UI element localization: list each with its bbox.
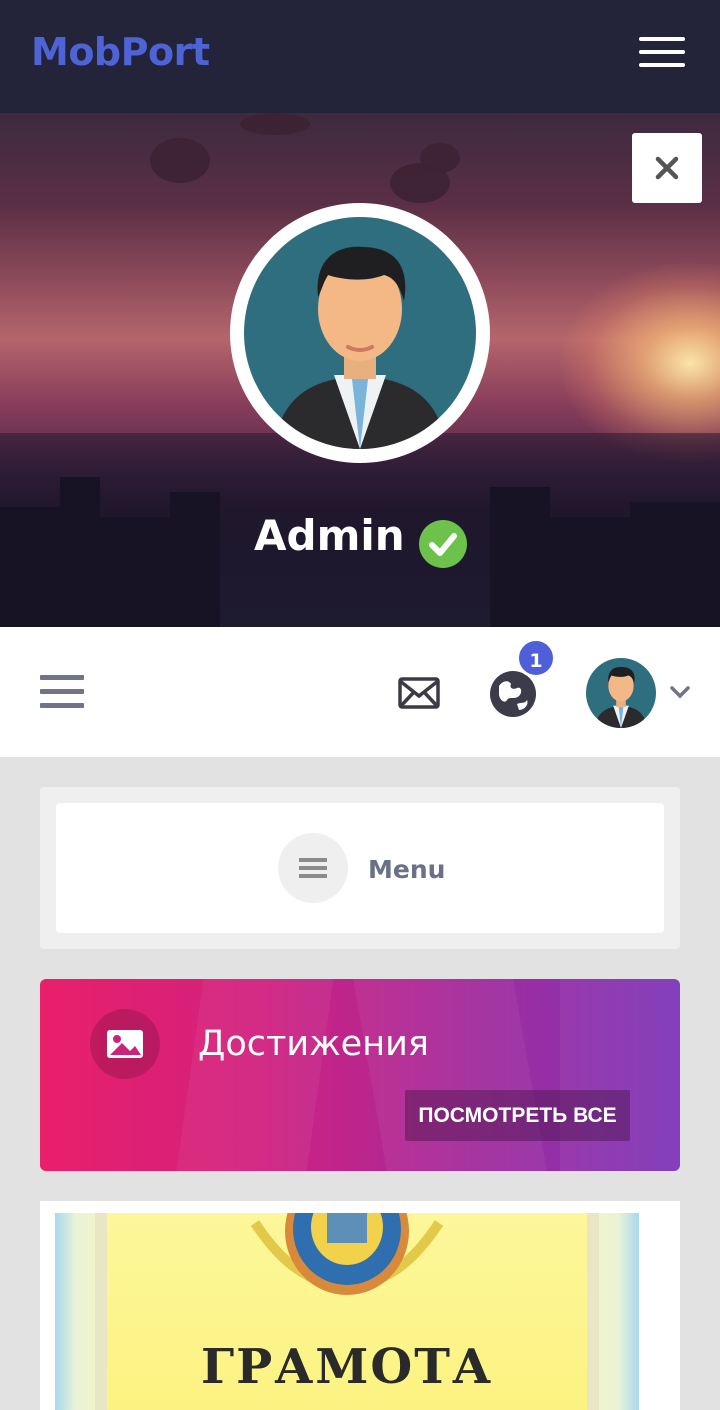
certificate-card[interactable]: ГРАМОТА	[40, 1201, 680, 1410]
profile-name: Admin	[254, 511, 405, 560]
chevron-down-icon[interactable]	[670, 685, 690, 704]
top-bar: MobPort	[0, 0, 720, 113]
profile-cover: Admin	[0, 113, 720, 627]
notification-badge: 1	[516, 638, 556, 678]
achievements-banner: Достижения ПОСМОТРЕТЬ ВСЕ	[40, 979, 680, 1171]
image-icon	[90, 1009, 160, 1079]
cover-cloud	[150, 138, 210, 183]
certificate-title: ГРАМОТА	[200, 1339, 494, 1395]
view-all-button[interactable]: ПОСМОТРЕТЬ ВСЕ	[405, 1090, 630, 1141]
user-avatar[interactable]	[586, 658, 656, 728]
verified-check-icon	[419, 520, 467, 568]
brand-logo[interactable]: MobPort	[31, 30, 210, 74]
menu-card-container: Menu	[40, 787, 680, 949]
globe-icon[interactable]	[489, 670, 537, 723]
list-icon	[278, 833, 348, 903]
profile-avatar[interactable]	[230, 203, 490, 463]
businessman-avatar-icon	[274, 246, 446, 449]
profile-action-bar: 1	[0, 627, 720, 757]
businessman-avatar-icon	[595, 666, 647, 728]
hamburger-icon	[40, 675, 84, 680]
menu-card[interactable]: Menu	[56, 803, 664, 933]
coat-of-arms-emblem	[250, 1213, 444, 1295]
hamburger-icon	[639, 37, 685, 41]
envelope-icon[interactable]	[398, 677, 440, 714]
cover-cloud	[420, 143, 460, 173]
main-menu-button[interactable]	[639, 37, 685, 67]
certificate-image: ГРАМОТА	[55, 1213, 639, 1410]
cover-cloud	[240, 113, 310, 135]
sidebar-toggle-button[interactable]	[40, 675, 84, 709]
close-button[interactable]	[632, 133, 702, 203]
menu-label: Menu	[368, 855, 446, 884]
close-icon	[655, 156, 679, 180]
achievements-title: Достижения	[198, 1024, 429, 1064]
